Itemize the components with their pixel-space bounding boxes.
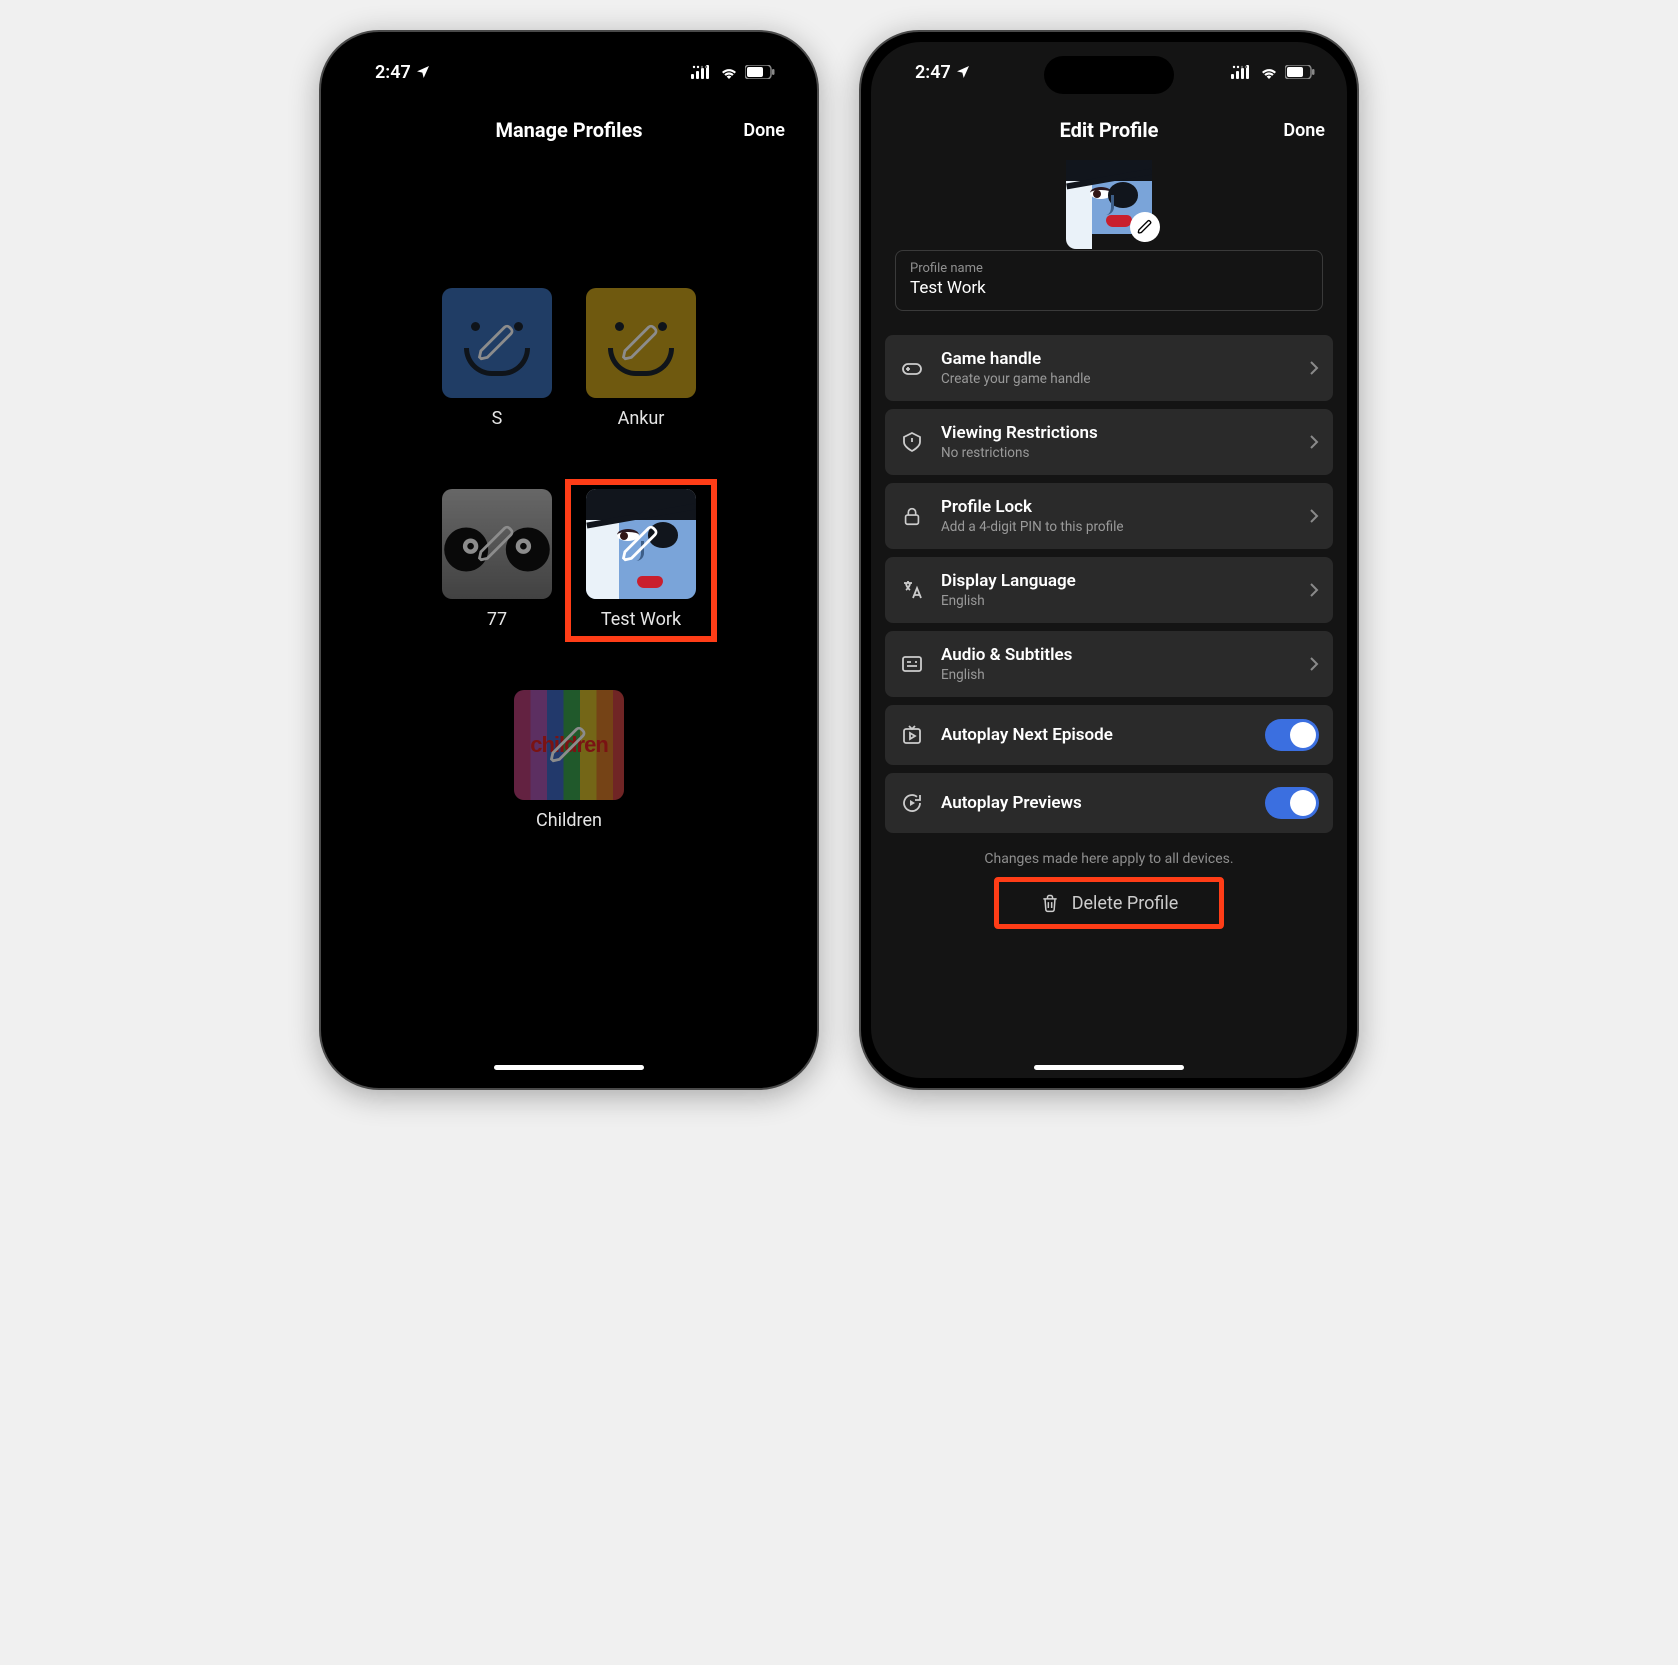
edit-avatar-icon[interactable] — [1130, 212, 1160, 242]
profile-label: 77 — [487, 609, 507, 630]
wifi-icon — [719, 65, 739, 79]
cellular-icon — [1231, 65, 1253, 79]
header: Manage Profiles Done — [331, 102, 807, 158]
toggle-autoplay-previews[interactable] — [1265, 787, 1319, 819]
done-button[interactable]: Done — [743, 120, 785, 141]
row-title: Display Language — [941, 571, 1293, 591]
field-value: Test Work — [910, 278, 1308, 298]
cellular-icon — [691, 65, 713, 79]
gamepad-icon — [899, 356, 925, 380]
profile-children[interactable]: children Children — [514, 690, 624, 831]
row-title: Autoplay Next Episode — [941, 725, 1249, 745]
header: Edit Profile Done — [871, 102, 1347, 158]
dynamic-island — [1044, 56, 1174, 94]
pencil-icon — [442, 288, 552, 398]
row-viewing-restrictions[interactable]: Viewing Restrictions No restrictions — [885, 409, 1333, 475]
phone-left: 2:47 Manage Profiles Done — [319, 30, 819, 1090]
row-title: Game handle — [941, 349, 1293, 369]
chevron-right-icon — [1309, 360, 1319, 376]
row-profile-lock[interactable]: Profile Lock Add a 4-digit PIN to this p… — [885, 483, 1333, 549]
settings-list: Game handle Create your game handle View… — [871, 335, 1347, 833]
dynamic-island — [504, 56, 634, 94]
done-button[interactable]: Done — [1283, 120, 1325, 141]
language-icon — [899, 578, 925, 602]
page-title: Edit Profile — [1060, 118, 1159, 142]
location-icon — [415, 64, 431, 80]
profiles-grid: S Ankur — [331, 288, 807, 831]
row-subtitle: English — [941, 593, 1293, 609]
status-time: 2:47 — [915, 62, 951, 83]
row-autoplay-previews: Autoplay Previews — [885, 773, 1333, 833]
chevron-right-icon — [1309, 656, 1319, 672]
field-label: Profile name — [910, 261, 1308, 276]
panda-icon — [442, 489, 552, 599]
row-game-handle[interactable]: Game handle Create your game handle — [885, 335, 1333, 401]
profile-label: Test Work — [601, 609, 681, 630]
row-title: Audio & Subtitles — [941, 645, 1293, 665]
next-episode-icon — [899, 723, 925, 747]
wifi-icon — [1259, 65, 1279, 79]
delete-profile-button[interactable]: Delete Profile — [994, 877, 1224, 929]
pencil-icon — [586, 288, 696, 398]
profile-77[interactable]: 77 — [437, 489, 557, 630]
profile-label: Children — [536, 810, 602, 831]
profile-avatar[interactable] — [1066, 160, 1152, 234]
row-display-language[interactable]: Display Language English — [885, 557, 1333, 623]
lock-icon — [899, 505, 925, 527]
home-indicator[interactable] — [494, 1065, 644, 1070]
row-title: Profile Lock — [941, 497, 1293, 517]
location-icon — [955, 64, 971, 80]
profile-ankur[interactable]: Ankur — [581, 288, 701, 429]
profile-s[interactable]: S — [437, 288, 557, 429]
chevron-right-icon — [1309, 508, 1319, 524]
phone-right: 2:47 Edit Profile Done — [859, 30, 1359, 1090]
chevron-right-icon — [1309, 582, 1319, 598]
children-logo: children — [530, 732, 608, 758]
page-title: Manage Profiles — [495, 118, 642, 142]
chevron-right-icon — [1309, 434, 1319, 450]
row-title: Viewing Restrictions — [941, 423, 1293, 443]
battery-icon — [1285, 65, 1315, 79]
toggle-autoplay-next[interactable] — [1265, 719, 1319, 751]
row-subtitle: Create your game handle — [941, 371, 1293, 387]
row-audio-subtitles[interactable]: Audio & Subtitles English — [885, 631, 1333, 697]
trash-icon — [1040, 892, 1060, 914]
refresh-play-icon — [899, 791, 925, 815]
row-subtitle: English — [941, 667, 1293, 683]
row-autoplay-next: Autoplay Next Episode — [885, 705, 1333, 765]
warning-icon — [899, 430, 925, 454]
row-subtitle: Add a 4-digit PIN to this profile — [941, 519, 1293, 535]
profile-label: S — [492, 408, 503, 429]
profile-test-work[interactable]: Test Work — [565, 479, 717, 642]
profile-label: Ankur — [618, 408, 665, 429]
subtitles-icon — [899, 652, 925, 676]
row-title: Autoplay Previews — [941, 793, 1249, 813]
delete-label: Delete Profile — [1072, 893, 1179, 914]
profile-name-field[interactable]: Profile name Test Work — [895, 250, 1323, 311]
status-time: 2:47 — [375, 62, 411, 83]
footnote: Changes made here apply to all devices. — [871, 851, 1347, 867]
home-indicator[interactable] — [1034, 1065, 1184, 1070]
battery-icon — [745, 65, 775, 79]
row-subtitle: No restrictions — [941, 445, 1293, 461]
